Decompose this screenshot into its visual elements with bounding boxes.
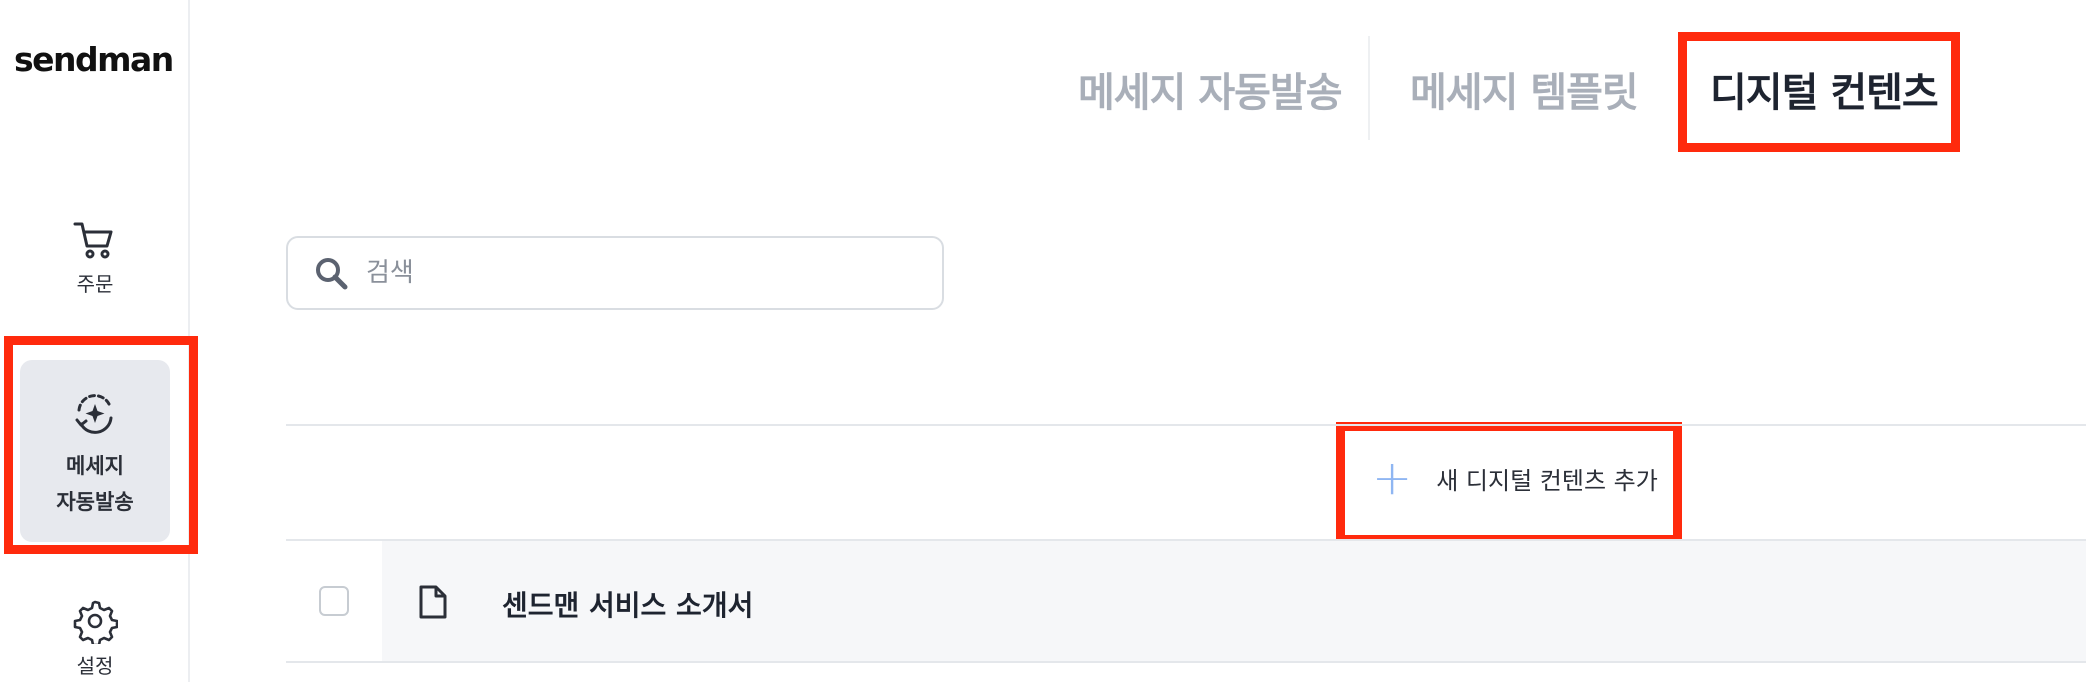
- row-title[interactable]: 센드맨 서비스 소개서: [502, 584, 753, 624]
- sidebar-item-label: 주문: [76, 272, 114, 296]
- label-line-1: 메세지: [66, 454, 124, 478]
- sidebar-item-orders[interactable]: 주문: [20, 218, 170, 297]
- row-checkbox[interactable]: [319, 586, 349, 616]
- table-top-divider: [286, 424, 2086, 426]
- tab-auto-send[interactable]: 메세지 자동발송: [1078, 60, 1343, 118]
- search-input[interactable]: [364, 257, 928, 289]
- logo[interactable]: sendman: [14, 40, 174, 79]
- sidebar-item-settings[interactable]: 설정: [20, 598, 170, 679]
- add-button-label: 새 디지털 컨텐츠 추가: [1436, 466, 1658, 495]
- auto-send-icon: [75, 394, 113, 434]
- search-icon: [316, 258, 348, 290]
- add-digital-content-button[interactable]: + 새 디지털 컨텐츠 추가: [1372, 450, 1658, 506]
- plus-icon: +: [1372, 450, 1413, 506]
- gear-icon: [73, 600, 118, 644]
- sidebar-item-auto-send[interactable]: 메세지 자동발송: [20, 360, 170, 542]
- document-icon: [419, 585, 447, 619]
- tab-templates[interactable]: 메세지 템플릿: [1410, 60, 1639, 118]
- sidebar: sendman 주문 메세지 자동발송 설정: [0, 0, 190, 682]
- table-row-divider: [286, 661, 2086, 663]
- cart-icon: [73, 222, 113, 259]
- label-line-2: 자동발송: [56, 490, 134, 514]
- tab-divider: [1368, 36, 1370, 140]
- sidebar-item-label: 메세지 자동발송: [56, 448, 133, 520]
- sidebar-item-label: 설정: [76, 654, 114, 678]
- tab-digital-content[interactable]: 디지털 컨텐츠: [1710, 60, 1939, 118]
- search-box: [286, 236, 944, 310]
